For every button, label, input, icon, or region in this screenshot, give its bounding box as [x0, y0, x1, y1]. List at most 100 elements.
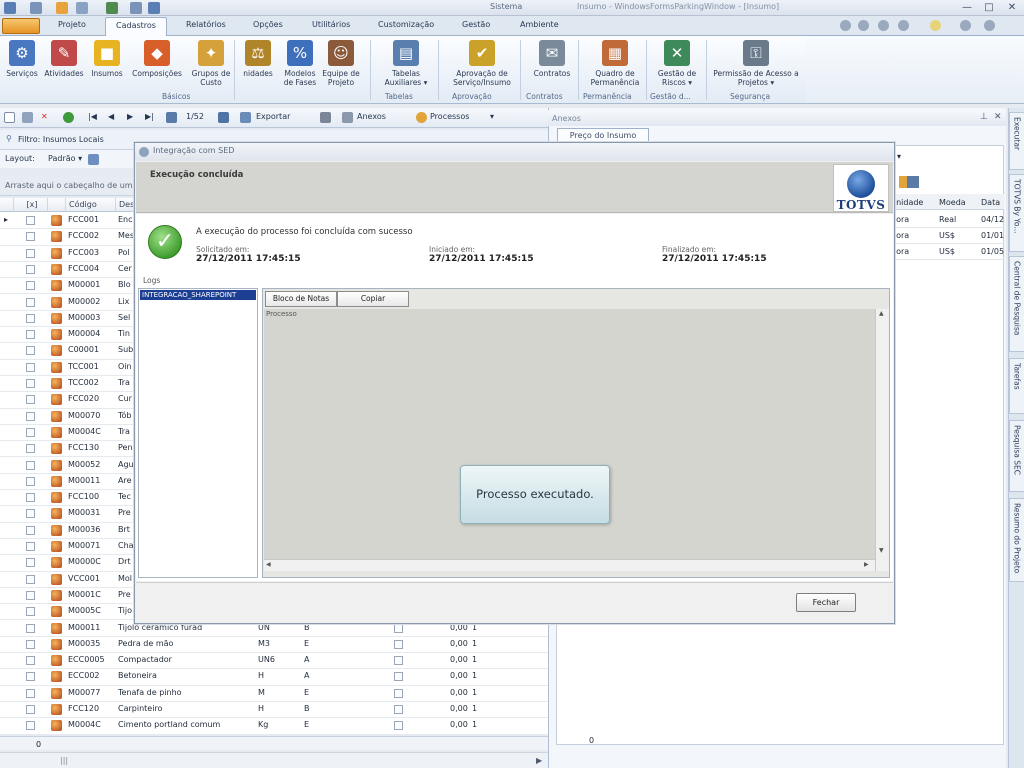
tab-cadastros[interactable]: Cadastros	[105, 17, 167, 37]
row-checkbox[interactable]	[26, 411, 35, 421]
log-vertical-scrollbar[interactable]: ▲ ▼	[875, 309, 889, 571]
row-checkbox[interactable]	[26, 672, 35, 682]
scroll-thumb[interactable]: |||	[60, 756, 68, 765]
quick-access-icon[interactable]	[56, 2, 68, 14]
toolbar-icon[interactable]	[907, 176, 919, 188]
ribbon-button-units[interactable]: ⚖ nidades	[238, 40, 278, 78]
quick-access-icon[interactable]	[106, 2, 118, 14]
row-checkbox[interactable]	[26, 444, 35, 454]
row-flag-checkbox[interactable]	[394, 721, 403, 731]
copy-button[interactable]: Copiar	[337, 291, 409, 307]
row-checkbox[interactable]	[26, 346, 35, 356]
side-dock-tab[interactable]: Central de Pesquisa	[1009, 256, 1024, 352]
edit-icon[interactable]	[22, 112, 33, 123]
table-row[interactable]: ECC0005 Compactador UN6 A 0,00 1	[0, 653, 548, 670]
row-checkbox[interactable]	[26, 558, 35, 568]
row-checkbox[interactable]	[26, 542, 35, 551]
layout-dropdown[interactable]: Padrão ▾	[48, 154, 82, 163]
quick-access-icon[interactable]	[130, 2, 142, 14]
ribbon-button-contracts[interactable]: ✉ Contratos	[526, 40, 578, 78]
first-page-icon[interactable]: |◀	[88, 112, 97, 121]
row-flag-checkbox[interactable]	[394, 672, 403, 682]
notepad-button[interactable]: Bloco de Notas	[265, 291, 337, 307]
grid-horizontal-scrollbar[interactable]: ||| ▶	[0, 752, 548, 768]
row-flag-checkbox[interactable]	[394, 656, 403, 666]
chevron-down-icon[interactable]: ▾	[897, 152, 901, 161]
toolbar-icon[interactable]	[878, 20, 889, 31]
binoculars-icon[interactable]	[166, 112, 177, 123]
row-checkbox[interactable]	[26, 232, 35, 242]
next-page-icon[interactable]: ▶	[127, 112, 133, 121]
table-row[interactable]: M0004C Cimento portland comum Kg E 0,00 1	[0, 718, 548, 734]
ribbon-button-permanence-board[interactable]: ▦ Quadro de Permanência	[584, 40, 646, 87]
ribbon-button-phase-models[interactable]: % Modelos de Fases	[282, 40, 318, 87]
ribbon-button-cost-groups[interactable]: ✦ Grupos de Custo	[188, 40, 234, 87]
help-icon[interactable]	[984, 20, 995, 31]
unit-column-header[interactable]: unidade	[891, 198, 923, 207]
scroll-up-icon[interactable]: ▲	[879, 310, 884, 317]
side-dock-tab[interactable]: TOTVS By Yo...	[1009, 174, 1024, 252]
minimize-button[interactable]: —	[958, 1, 976, 14]
close-button[interactable]: Fechar	[796, 593, 856, 612]
row-checkbox[interactable]	[26, 656, 35, 666]
row-flag-checkbox[interactable]	[394, 688, 403, 698]
price-row[interactable]: hora Real 04/12	[887, 212, 1004, 228]
table-row[interactable]: M00035 Pedra de mão M3 E 0,00 1	[0, 637, 548, 654]
refresh-icon[interactable]	[63, 112, 74, 123]
tab-customizacao[interactable]: Customização	[378, 20, 434, 29]
ribbon-button-access-permission[interactable]: ⚿ Permissão de Acesso a Projetos ▾	[708, 40, 804, 87]
export-button[interactable]: Exportar	[256, 112, 290, 121]
logs-list[interactable]: INTEGRACAO_SHAREPOINT	[138, 288, 258, 578]
row-checkbox[interactable]	[26, 395, 35, 405]
scroll-right-icon[interactable]: ▶	[864, 561, 869, 568]
tab-ambiente[interactable]: Ambiente	[520, 20, 559, 29]
ribbon-button-risk-mgmt[interactable]: ✕ Gestão de Riscos ▾	[650, 40, 704, 87]
tab-projeto[interactable]: Projeto	[58, 20, 86, 29]
row-checkbox[interactable]	[26, 590, 35, 600]
row-checkbox[interactable]	[26, 313, 35, 323]
row-checkbox[interactable]	[26, 460, 35, 470]
delete-icon[interactable]: ✕	[41, 112, 48, 121]
pin-icon[interactable]: ⊥	[980, 112, 988, 122]
quick-access-icon[interactable]	[30, 2, 42, 14]
close-window-button[interactable]: ✕	[1003, 1, 1021, 14]
row-flag-checkbox[interactable]	[394, 639, 403, 649]
row-flag-checkbox[interactable]	[394, 623, 403, 633]
ribbon-button-activities[interactable]: ✎ Atividades	[42, 40, 86, 78]
scroll-down-icon[interactable]: ▼	[879, 547, 884, 554]
tab-relatorios[interactable]: Relatórios	[186, 20, 226, 29]
row-checkbox[interactable]	[26, 362, 35, 372]
side-dock-tab[interactable]: Resumo do Projeto	[1009, 498, 1024, 582]
row-checkbox[interactable]	[26, 525, 35, 535]
row-checkbox[interactable]	[26, 721, 35, 731]
logs-list-item[interactable]: INTEGRACAO_SHAREPOINT	[140, 290, 256, 300]
lightbulb-icon[interactable]	[930, 20, 941, 31]
row-checkbox[interactable]	[26, 493, 35, 503]
code-column-header[interactable]: Código	[66, 198, 116, 212]
toolbar-icon[interactable]	[898, 20, 909, 31]
select-column-header[interactable]: [x]	[14, 198, 48, 212]
tab-opcoes[interactable]: Opções	[253, 20, 283, 29]
row-checkbox[interactable]	[26, 248, 35, 258]
tab-preco-do-insumo[interactable]: Preço do Insumo	[557, 128, 649, 142]
log-horizontal-scrollbar[interactable]: ◀ ▶	[264, 559, 875, 571]
new-icon[interactable]	[4, 112, 15, 123]
application-menu-button[interactable]	[2, 18, 40, 34]
row-checkbox[interactable]	[26, 216, 35, 225]
currency-column-header[interactable]: Moeda	[939, 198, 966, 207]
table-row[interactable]: FCC120 Carpinteiro H B 0,00 1	[0, 702, 548, 719]
maximize-button[interactable]: □	[980, 1, 998, 14]
scroll-left-icon[interactable]: ◀	[266, 561, 271, 568]
row-checkbox[interactable]	[26, 607, 35, 617]
row-checkbox[interactable]	[26, 379, 35, 388]
price-row[interactable]: hora US$ 01/01	[887, 228, 1004, 244]
quick-access-icon[interactable]	[148, 2, 160, 14]
previous-page-icon[interactable]: ◀	[108, 112, 114, 121]
scroll-right-icon[interactable]: ▶	[536, 756, 542, 765]
ribbon-button-aux-tables[interactable]: ▤ Tabelas Auxiliares ▾	[380, 40, 432, 87]
row-checkbox[interactable]	[26, 509, 35, 519]
calendar-icon[interactable]	[218, 112, 229, 123]
toolbar-icon[interactable]	[960, 20, 971, 31]
row-checkbox[interactable]	[26, 281, 35, 291]
row-checkbox[interactable]	[26, 623, 35, 633]
